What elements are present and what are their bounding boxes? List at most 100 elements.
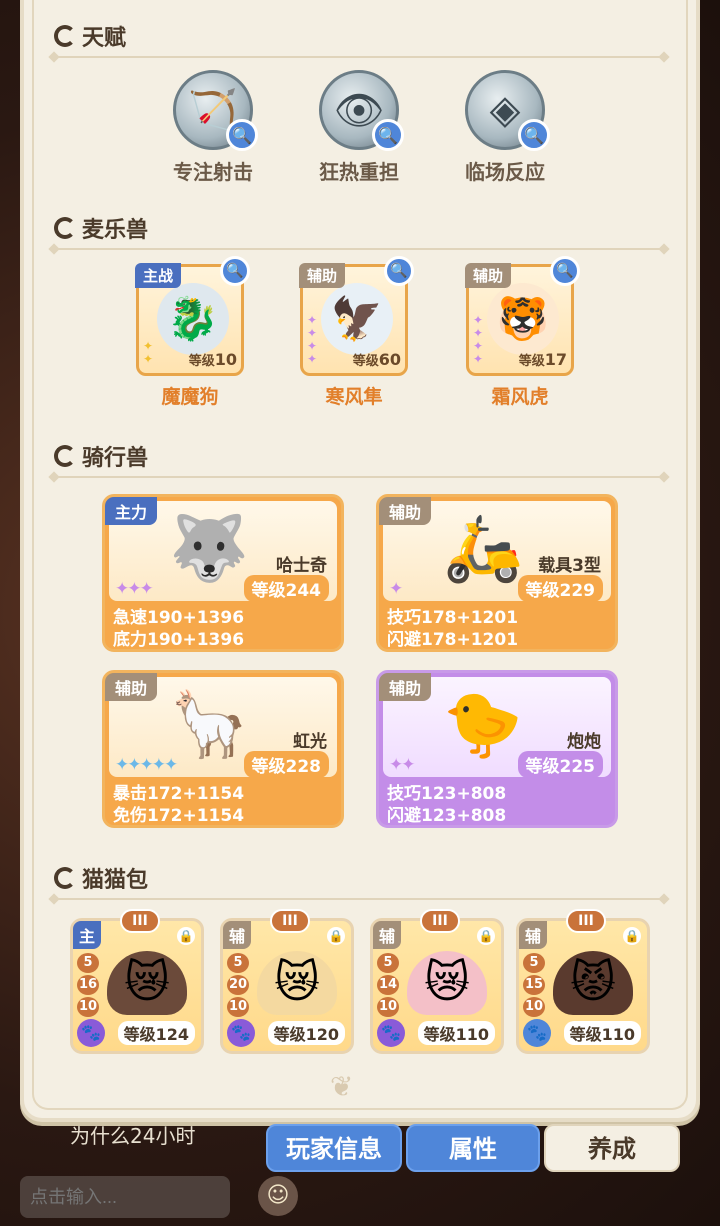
mount-name: 载具3型 [538, 556, 601, 576]
pet-card-cold-falcon[interactable]: 🦅 辅助 ✦ ✦ ✦ ✦ 等级60 🔍 寒风隼 [294, 256, 414, 409]
catbag-rank: III [120, 909, 160, 933]
talent-name: 临场反应 [465, 160, 545, 184]
mount-stat: 闪避178+1201 [387, 630, 519, 650]
catbag-stats: 5 14 10 [377, 953, 399, 1017]
mount-card-vehicle[interactable]: 🛵 ✦ 载具3型 等级229 辅助 技巧178+1201 闪避178+1201 [376, 494, 618, 652]
pet-role-tag: 主战 [135, 263, 182, 288]
tab-player-info[interactable]: 玩家信息 [266, 1124, 402, 1172]
paw-icon: 🐾 [523, 1019, 551, 1047]
mount-name: 哈士奇 [276, 556, 327, 576]
pet-name: 霜风虎 [491, 386, 549, 408]
eye-shield-icon: 👁 🔍 [319, 70, 404, 151]
mount-stars: ✦✦✦✦✦ [115, 755, 178, 775]
mount-stars: ✦✦✦ [115, 579, 154, 599]
magnify-icon[interactable]: 🔍 [220, 256, 250, 286]
magnify-icon[interactable]: 🔍 [518, 119, 550, 151]
pet-level: 等级10 [188, 350, 237, 369]
mount-level: 等级225 [517, 751, 603, 778]
mount-stat: 免伤172+1154 [113, 806, 245, 826]
chat-message: 为什么24小时 [70, 1124, 196, 1148]
vehicle-icon: 🛵 [443, 512, 523, 586]
husky-icon: 🐺 [169, 512, 249, 586]
pet-stars: ✦ ✦ ✦ ✦ [473, 313, 484, 366]
section-label: 猫猫包 [82, 868, 149, 893]
pet-level: 等级60 [352, 350, 401, 369]
catbag-card[interactable]: III 辅 🔒 5 20 10 😿 🐾 等级120 [220, 909, 354, 1054]
lock-icon[interactable]: 🔒 [177, 927, 195, 945]
mount-stars: ✦ [389, 579, 403, 599]
pet-card-momo-dog[interactable]: 🐉 主战 ✦ ✦ 等级10 🔍 魔魔狗 [130, 256, 250, 409]
magnify-icon[interactable]: 🔍 [384, 256, 414, 286]
section-icon [54, 445, 76, 467]
pet-stars: ✦ ✦ ✦ ✦ [307, 313, 318, 366]
section-label: 骑行兽 [82, 446, 149, 471]
catbag-level: 等级110 [417, 1021, 495, 1045]
catbag-role-tag: 辅 [519, 921, 548, 949]
catbag-stats: 5 15 10 [523, 953, 545, 1017]
lock-icon[interactable]: 🔒 [327, 927, 345, 945]
paw-icon: 🐾 [77, 1019, 105, 1047]
emoji-button[interactable]: ☺ [258, 1176, 298, 1216]
pet-name: 寒风隼 [325, 386, 383, 408]
divider [54, 898, 664, 900]
section-title-catbags: 猫猫包 [54, 862, 148, 894]
catbag-card[interactable]: III 辅 🔒 5 14 10 😿 🐾 等级110 [370, 909, 504, 1054]
diamond-icon: ◈ 🔍 [465, 70, 550, 151]
talent-focus-shot[interactable]: 🏹 🔍 专注射击 [148, 70, 278, 185]
talent-quick-reaction[interactable]: ◈ 🔍 临场反应 [440, 70, 570, 185]
lock-icon[interactable]: 🔒 [477, 927, 495, 945]
tiger-icon: 🐯 [487, 283, 559, 355]
cat-face-icon: 😿 [407, 951, 487, 1015]
catbag-card[interactable]: III 主 🔒 5 16 10 😿 🐾 等级124 [70, 909, 204, 1054]
mount-stat: 底力190+1396 [113, 630, 245, 650]
mount-card-cannon[interactable]: 🐤 ✦✦ 炮炮 等级225 辅助 技巧123+808 闪避123+808 [376, 670, 618, 828]
pet-role-tag: 辅助 [465, 263, 512, 288]
bird-cannon-icon: 🐤 [443, 688, 523, 762]
catbag-rank: III [420, 909, 460, 933]
catbag-stats: 5 16 10 [77, 953, 99, 1017]
cat-face-icon: 😿 [257, 951, 337, 1015]
pet-role-tag: 辅助 [299, 263, 346, 288]
magnify-icon[interactable]: 🔍 [226, 119, 258, 151]
chat-input[interactable] [20, 1176, 230, 1218]
catbag-level: 等级120 [267, 1021, 345, 1045]
alpaca-icon: 🦙 [169, 688, 249, 762]
section-title-pets: 麦乐兽 [54, 212, 148, 244]
pet-stars: ✦ ✦ [143, 339, 154, 366]
catbag-rank: III [566, 909, 606, 933]
tab-attributes[interactable]: 属性 [406, 1124, 540, 1172]
section-title-talent: 天赋 [54, 20, 126, 52]
mount-level: 等级244 [243, 575, 329, 602]
pet-card-frost-tiger[interactable]: 🐯 辅助 ✦ ✦ ✦ ✦ 等级17 🔍 霜风虎 [460, 256, 580, 409]
lock-icon[interactable]: 🔒 [623, 927, 641, 945]
mount-name: 炮炮 [567, 732, 601, 752]
magnify-icon[interactable]: 🔍 [550, 256, 580, 286]
magnify-icon[interactable]: 🔍 [372, 119, 404, 151]
section-icon [54, 867, 76, 889]
catbag-level: 等级110 [563, 1021, 641, 1045]
mount-card-husky[interactable]: 🐺 ✦✦✦ 哈士奇 等级244 主力 急速190+1396 底力190+1396 [102, 494, 344, 652]
bow-icon: 🏹 🔍 [173, 70, 258, 151]
panel-ornament: ❦ [330, 1070, 354, 1103]
catbag-rank: III [270, 909, 310, 933]
divider [54, 248, 664, 250]
paw-icon: 🐾 [227, 1019, 255, 1047]
catbag-role-tag: 辅 [373, 921, 402, 949]
talent-name: 狂热重担 [319, 160, 399, 184]
cat-face-icon: 😾 [553, 951, 633, 1015]
section-title-mounts: 骑行兽 [54, 440, 148, 472]
catbag-stats: 5 20 10 [227, 953, 249, 1017]
catbag-level: 等级124 [117, 1021, 195, 1045]
mount-card-rainbow[interactable]: 🦙 ✦✦✦✦✦ 虹光 等级228 辅助 暴击172+1154 免伤172+115… [102, 670, 344, 828]
catbag-card[interactable]: III 辅 🔒 5 15 10 😾 🐾 等级110 [516, 909, 650, 1054]
falcon-icon: 🦅 [321, 283, 393, 355]
tab-growth[interactable]: 养成 [544, 1124, 680, 1172]
divider [54, 476, 664, 478]
section-icon [54, 25, 76, 47]
talent-fervent-burden[interactable]: 👁 🔍 狂热重担 [294, 70, 424, 185]
mount-role-tag: 辅助 [379, 497, 432, 525]
mount-level: 等级229 [517, 575, 603, 602]
section-icon [54, 217, 76, 239]
dragon-dog-icon: 🐉 [157, 283, 229, 355]
mount-role-tag: 主力 [105, 497, 158, 525]
